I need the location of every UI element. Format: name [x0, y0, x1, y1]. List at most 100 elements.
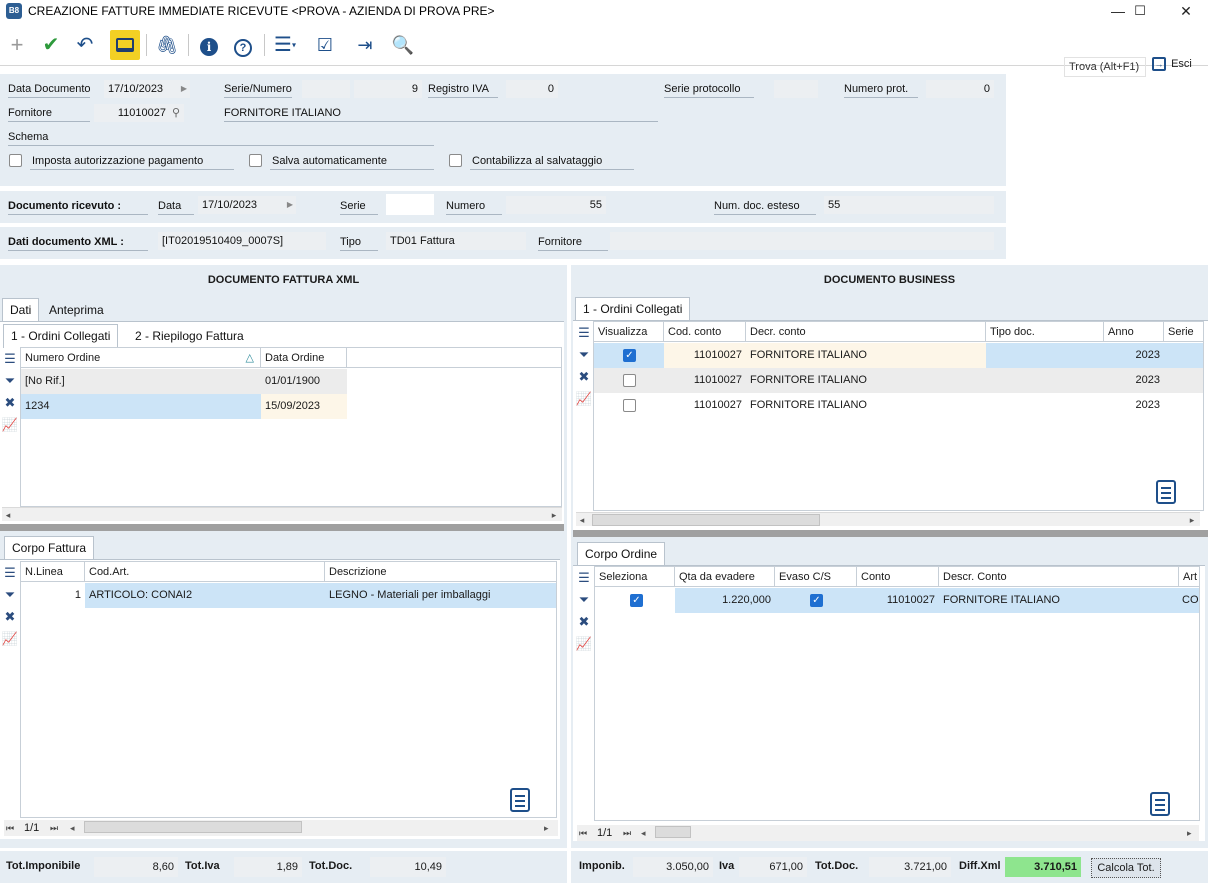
clear-filter-icon[interactable]: ✖	[575, 611, 593, 633]
clear-filter-icon[interactable]: ✖	[1, 606, 19, 628]
scroll-thumb[interactable]	[84, 821, 302, 833]
scroll-left-icon[interactable]: ◂	[641, 825, 646, 841]
clear-filter-icon[interactable]: ✖	[1, 392, 19, 414]
scroll-left-icon[interactable]: ◂	[2, 508, 14, 522]
list-icon[interactable]: ☰	[1, 348, 19, 370]
numero-prot-field[interactable]: 0	[926, 80, 994, 98]
col-art[interactable]: Art	[1179, 567, 1199, 587]
col-tipo-doc[interactable]: Tipo doc.	[986, 322, 1104, 342]
visualizza-checkbox[interactable]	[623, 399, 636, 412]
tab-corpo-fattura[interactable]: Corpo Fattura	[4, 536, 95, 560]
date-picker-icon[interactable]: ▶	[181, 80, 187, 98]
table-row[interactable]: 11010027 FORNITORE ITALIANO 2023	[594, 368, 1203, 393]
scroll-thumb[interactable]	[592, 514, 820, 526]
left-orders-hscrollbar[interactable]: ◂ ▸	[2, 507, 562, 521]
col-n-linea[interactable]: N.Linea	[21, 562, 85, 582]
close-button[interactable]: ✕	[1166, 0, 1206, 24]
col-decr-conto[interactable]: Decr. conto	[746, 322, 986, 342]
serie-field[interactable]	[302, 80, 350, 98]
find-button[interactable]: Trova (Alt+F1)	[1064, 57, 1146, 77]
right-orders-hscrollbar[interactable]: ◂ ▸	[576, 512, 1200, 526]
visualizza-cell[interactable]	[594, 393, 664, 418]
scroll-right-icon[interactable]: ▸	[548, 508, 560, 522]
exit-button[interactable]: → Esci	[1152, 57, 1192, 79]
col-qta-da-evadere[interactable]: Qta da evadere	[675, 567, 775, 587]
visualizza-cell[interactable]: ✓	[594, 343, 664, 368]
col-numero-ordine[interactable]: Numero Ordine △	[21, 348, 261, 368]
col-cod-conto[interactable]: Cod. conto	[664, 322, 746, 342]
panel-toggle-icon[interactable]	[110, 30, 140, 60]
date-picker-icon[interactable]: ▶	[287, 196, 293, 214]
document-search-icon[interactable]: 🔍	[388, 30, 418, 60]
tab-riepilogo-fattura[interactable]: 2 - Riepilogo Fattura	[128, 325, 251, 347]
seleziona-cell[interactable]: ✓	[595, 588, 675, 613]
data-documento-field[interactable]: 17/10/2023 ▶	[104, 80, 190, 98]
col-seleziona[interactable]: Seleziona	[595, 567, 675, 587]
chart-icon[interactable]: 📈	[575, 633, 593, 655]
import-icon[interactable]: ⇥	[350, 30, 380, 60]
fornitore-code-field[interactable]: 11010027 ⚲	[94, 104, 184, 122]
visualizza-cell[interactable]	[594, 368, 664, 393]
notes-icon[interactable]	[1150, 792, 1170, 816]
tab-dati[interactable]: Dati	[2, 298, 40, 322]
scroll-right-icon[interactable]: ▸	[544, 820, 549, 836]
registro-iva-field[interactable]: 0	[506, 80, 558, 98]
lookup-search-icon[interactable]: ⚲	[172, 104, 180, 122]
scroll-right-icon[interactable]: ▸	[1186, 513, 1198, 527]
tab-anteprima[interactable]: Anteprima	[42, 299, 111, 321]
salva-automaticamente-checkbox[interactable]	[249, 154, 262, 167]
table-row[interactable]: [No Rif.] 01/01/1900	[21, 369, 347, 394]
filter-icon[interactable]: ⏷	[1, 584, 19, 606]
attachment-icon[interactable]: 🖇	[152, 30, 182, 60]
filter-icon[interactable]: ⏷	[1, 370, 19, 392]
help-icon[interactable]: ?	[228, 30, 258, 60]
chart-icon[interactable]: 📈	[1, 414, 19, 436]
first-page-icon[interactable]: ⏮	[6, 820, 14, 836]
imposta-autorizzazione-checkbox[interactable]	[9, 154, 22, 167]
serie-protocollo-field[interactable]	[774, 80, 818, 98]
table-row[interactable]: 1234 15/09/2023	[21, 394, 347, 419]
maximize-button[interactable]: ☐	[1120, 0, 1160, 24]
col-cod-art[interactable]: Cod.Art.	[85, 562, 325, 582]
num-doc-esteso-field[interactable]: 55	[824, 196, 994, 214]
numero-field[interactable]: 9	[354, 80, 422, 98]
col-descr-conto[interactable]: Descr. Conto	[939, 567, 1179, 587]
col-data-ordine[interactable]: Data Ordine	[261, 348, 347, 368]
scroll-left-icon[interactable]: ◂	[70, 820, 75, 836]
list-icon[interactable]: ☰	[1, 562, 19, 584]
filter-icon[interactable]: ⏷	[575, 589, 593, 611]
add-icon[interactable]: +	[2, 30, 32, 60]
menu-icon[interactable]: ☰▾	[270, 30, 300, 60]
undo-icon[interactable]: ↶	[70, 30, 100, 60]
right-splitter[interactable]	[573, 530, 1208, 537]
col-evaso-cs[interactable]: Evaso C/S	[775, 567, 857, 587]
checklist-icon[interactable]: ☑	[310, 30, 340, 60]
clear-filter-icon[interactable]: ✖	[575, 366, 593, 388]
table-row[interactable]: ✓ 11010027 FORNITORE ITALIANO 2023	[594, 343, 1203, 368]
col-conto[interactable]: Conto	[857, 567, 939, 587]
scroll-left-icon[interactable]: ◂	[576, 513, 588, 527]
last-page-icon[interactable]: ⏭	[623, 825, 631, 841]
col-serie[interactable]: Serie	[1164, 322, 1203, 342]
contabilizza-checkbox[interactable]	[449, 154, 462, 167]
tab-corpo-ordine[interactable]: Corpo Ordine	[577, 542, 666, 566]
scroll-right-icon[interactable]: ▸	[1187, 825, 1192, 841]
calcola-tot-button[interactable]: Calcola Tot.	[1091, 858, 1161, 878]
table-row[interactable]: ✓ 1.220,000 ✓ 11010027 FORNITORE ITALIAN…	[595, 588, 1199, 613]
list-icon[interactable]: ☰	[575, 322, 593, 344]
left-splitter[interactable]	[0, 524, 564, 531]
notes-icon[interactable]	[1156, 480, 1176, 504]
table-row[interactable]: 11010027 FORNITORE ITALIANO 2023	[594, 393, 1203, 418]
chart-icon[interactable]: 📈	[575, 388, 593, 410]
last-page-icon[interactable]: ⏭	[50, 820, 58, 836]
seleziona-checkbox[interactable]: ✓	[630, 594, 643, 607]
notes-icon[interactable]	[510, 788, 530, 812]
confirm-check-icon[interactable]: ✔	[36, 30, 66, 60]
visualizza-checkbox[interactable]	[623, 374, 636, 387]
evaso-cell[interactable]: ✓	[775, 588, 857, 613]
first-page-icon[interactable]: ⏮	[579, 825, 587, 841]
info-icon[interactable]: i	[194, 30, 224, 60]
tab-right-ordini-collegati[interactable]: 1 - Ordini Collegati	[575, 297, 691, 321]
chart-icon[interactable]: 📈	[1, 628, 19, 650]
filter-icon[interactable]: ⏷	[575, 344, 593, 366]
